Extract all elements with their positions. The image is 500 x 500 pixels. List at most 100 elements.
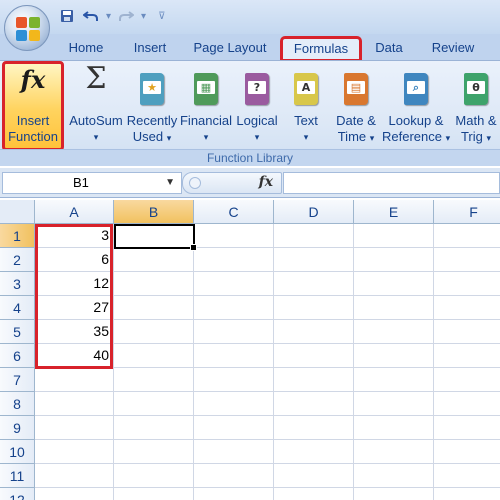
column-header-e[interactable]: E — [354, 200, 434, 224]
row-header-2[interactable]: 2 — [0, 248, 35, 272]
row-header-8[interactable]: 8 — [0, 392, 35, 416]
formula-input[interactable] — [283, 172, 500, 194]
cell-b3[interactable] — [114, 272, 194, 296]
cell-f1[interactable] — [434, 224, 500, 248]
cell-f7[interactable] — [434, 368, 500, 392]
date-time-button[interactable]: ▤ Date & Time ▾ — [332, 65, 380, 147]
cell-f12[interactable] — [434, 488, 500, 500]
row-header-1[interactable]: 1 — [0, 224, 35, 248]
cell-f5[interactable] — [434, 320, 500, 344]
tab-data[interactable]: Data — [366, 38, 412, 60]
cell-b4[interactable] — [114, 296, 194, 320]
office-button[interactable] — [4, 5, 50, 51]
cell-c2[interactable] — [194, 248, 274, 272]
cell-a7[interactable] — [35, 368, 114, 392]
cell-c4[interactable] — [194, 296, 274, 320]
cell-b6[interactable] — [114, 344, 194, 368]
cell-e4[interactable] — [354, 296, 434, 320]
cell-c12[interactable] — [194, 488, 274, 500]
cell-c7[interactable] — [194, 368, 274, 392]
tab-insert[interactable]: Insert — [124, 38, 176, 60]
name-box[interactable]: B1 ▼ — [2, 172, 182, 194]
chevron-down-icon[interactable]: ▾ — [106, 11, 111, 22]
cell-d3[interactable] — [274, 272, 354, 296]
tab-formulas[interactable]: Formulas — [280, 36, 362, 62]
cell-b12[interactable] — [114, 488, 194, 500]
chevron-down-icon[interactable]: ▼ — [165, 173, 175, 193]
cell-a9[interactable] — [35, 416, 114, 440]
cell-f8[interactable] — [434, 392, 500, 416]
select-all-corner[interactable] — [0, 200, 35, 224]
math-trig-button[interactable]: θ Math & Trig ▾ — [452, 65, 500, 147]
cell-f4[interactable] — [434, 296, 500, 320]
cell-b9[interactable] — [114, 416, 194, 440]
recently-used-button[interactable]: ★ Recently Used ▾ — [126, 65, 178, 147]
cell-b10[interactable] — [114, 440, 194, 464]
column-header-a[interactable]: A — [35, 200, 114, 224]
cell-a8[interactable] — [35, 392, 114, 416]
cell-c10[interactable] — [194, 440, 274, 464]
cell-f3[interactable] — [434, 272, 500, 296]
column-header-f[interactable]: F — [434, 200, 500, 224]
financial-button[interactable]: ▦ Financial ▾ — [179, 65, 233, 147]
cell-e9[interactable] — [354, 416, 434, 440]
cell-f2[interactable] — [434, 248, 500, 272]
cell-c1[interactable] — [194, 224, 274, 248]
cell-d10[interactable] — [274, 440, 354, 464]
cell-e11[interactable] — [354, 464, 434, 488]
cell-f6[interactable] — [434, 344, 500, 368]
row-header-4[interactable]: 4 — [0, 296, 35, 320]
chevron-down-icon[interactable]: ▾ — [141, 11, 146, 22]
logical-button[interactable]: ? Logical ▾ — [234, 65, 280, 147]
row-header-10[interactable]: 10 — [0, 440, 35, 464]
undo-icon[interactable] — [82, 7, 100, 25]
cell-a11[interactable] — [35, 464, 114, 488]
row-header-9[interactable]: 9 — [0, 416, 35, 440]
column-header-d[interactable]: D — [274, 200, 354, 224]
cell-d4[interactable] — [274, 296, 354, 320]
cell-d6[interactable] — [274, 344, 354, 368]
insert-function-formula-bar-button[interactable]: fx — [182, 172, 282, 194]
cell-e8[interactable] — [354, 392, 434, 416]
cell-b5[interactable] — [114, 320, 194, 344]
cell-d7[interactable] — [274, 368, 354, 392]
cell-c11[interactable] — [194, 464, 274, 488]
cell-f11[interactable] — [434, 464, 500, 488]
insert-function-button[interactable]: fx Insert Function — [2, 61, 64, 151]
column-header-c[interactable]: C — [194, 200, 274, 224]
cell-e1[interactable] — [354, 224, 434, 248]
cell-c5[interactable] — [194, 320, 274, 344]
cell-a12[interactable] — [35, 488, 114, 500]
column-header-b[interactable]: B — [114, 200, 194, 224]
cell-d11[interactable] — [274, 464, 354, 488]
cell-c9[interactable] — [194, 416, 274, 440]
cell-e2[interactable] — [354, 248, 434, 272]
cell-b8[interactable] — [114, 392, 194, 416]
row-header-6[interactable]: 6 — [0, 344, 35, 368]
cell-d12[interactable] — [274, 488, 354, 500]
cell-e7[interactable] — [354, 368, 434, 392]
active-cell-b1[interactable] — [114, 224, 197, 251]
cell-e5[interactable] — [354, 320, 434, 344]
lookup-reference-button[interactable]: ⌕ Lookup & Reference ▾ — [382, 65, 450, 147]
save-icon[interactable] — [58, 7, 76, 25]
redo-icon[interactable] — [117, 7, 135, 25]
row-header-11[interactable]: 11 — [0, 464, 35, 488]
row-header-7[interactable]: 7 — [0, 368, 35, 392]
cell-d1[interactable] — [274, 224, 354, 248]
row-header-12[interactable]: 12 — [0, 488, 35, 500]
cell-e3[interactable] — [354, 272, 434, 296]
tab-review[interactable]: Review — [424, 38, 482, 60]
cell-f10[interactable] — [434, 440, 500, 464]
cell-f9[interactable] — [434, 416, 500, 440]
cell-d2[interactable] — [274, 248, 354, 272]
customize-qat-icon[interactable]: ⊽ — [158, 11, 165, 22]
cell-e6[interactable] — [354, 344, 434, 368]
cell-d5[interactable] — [274, 320, 354, 344]
cell-e10[interactable] — [354, 440, 434, 464]
cell-e12[interactable] — [354, 488, 434, 500]
cell-d9[interactable] — [274, 416, 354, 440]
text-button[interactable]: A Text ▾ — [286, 65, 326, 147]
cell-c6[interactable] — [194, 344, 274, 368]
cell-d8[interactable] — [274, 392, 354, 416]
